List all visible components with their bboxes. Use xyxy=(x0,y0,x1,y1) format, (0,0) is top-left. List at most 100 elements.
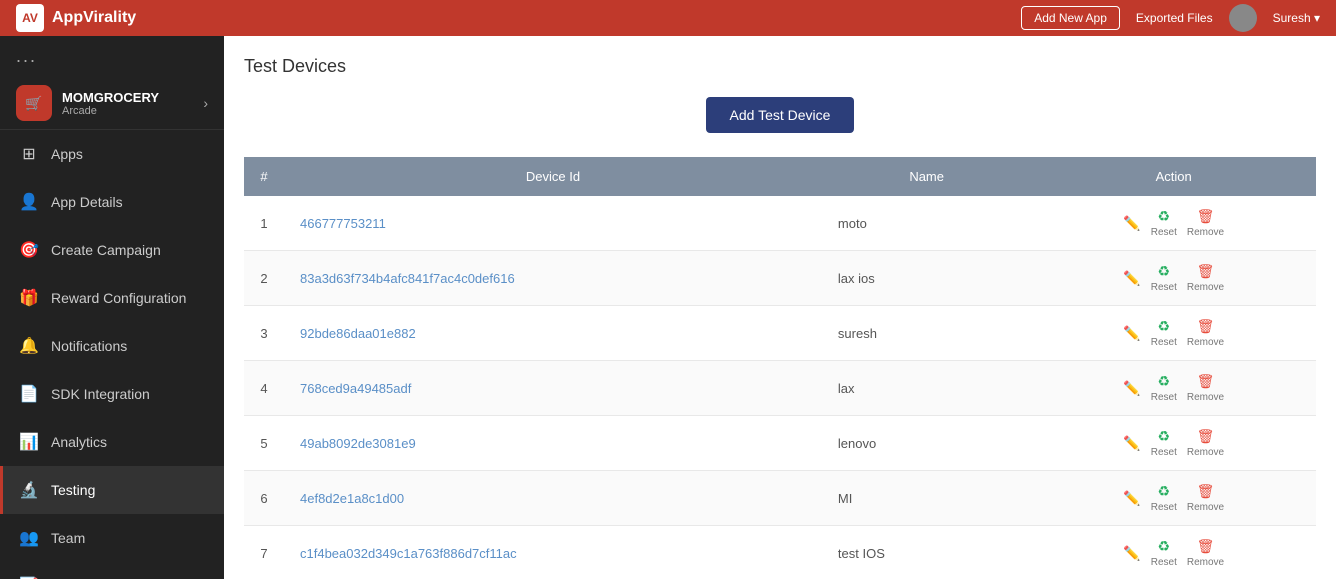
edit-icon[interactable]: ✏️ xyxy=(1123,380,1140,397)
row-action: ✏️ ♻ Reset 🗑 Remove xyxy=(1031,526,1316,579)
avatar[interactable] xyxy=(1229,4,1257,32)
edit-icon[interactable]: ✏️ xyxy=(1123,325,1140,342)
row-name: MI xyxy=(822,471,1031,526)
sidebar-item-team[interactable]: 👥 Team xyxy=(0,514,224,562)
sidebar-item-testing-label: Testing xyxy=(51,482,95,498)
app-icon: 🛒 xyxy=(16,85,52,121)
logo-text: AppVirality xyxy=(52,9,136,27)
edit-icon[interactable]: ✏️ xyxy=(1123,435,1140,452)
logo: AV AppVirality xyxy=(16,4,136,32)
remove-icon: 🗑 xyxy=(1197,538,1215,555)
sidebar-app-info[interactable]: 🛒 MOMGROCERY Arcade › xyxy=(0,77,224,130)
sidebar-item-testing[interactable]: 🔬 Testing xyxy=(0,466,224,514)
edit-icon[interactable]: ✏️ xyxy=(1123,490,1140,507)
remove-action[interactable]: 🗑 Remove xyxy=(1187,373,1224,403)
row-num: 7 xyxy=(244,526,284,579)
row-action: ✏️ ♻ Reset 🗑 Remove xyxy=(1031,251,1316,306)
edit-icon[interactable]: ✏️ xyxy=(1123,545,1140,562)
sidebar-item-sdk-label: SDK Integration xyxy=(51,386,150,402)
reset-icon: ♻ xyxy=(1158,483,1171,500)
device-id-link[interactable]: 49ab8092de3081e9 xyxy=(300,436,416,451)
sdk-icon: 📄 xyxy=(19,384,39,404)
reset-label: Reset xyxy=(1151,227,1177,238)
remove-label: Remove xyxy=(1187,502,1224,513)
logo-icon: AV xyxy=(16,4,44,32)
sidebar-item-reward-configuration[interactable]: 🎁 Reward Configuration xyxy=(0,274,224,322)
sidebar-item-analytics[interactable]: 📊 Analytics xyxy=(0,418,224,466)
row-name: lax ios xyxy=(822,251,1031,306)
reset-label: Reset xyxy=(1151,447,1177,458)
user-name[interactable]: Suresh ▾ xyxy=(1273,11,1320,25)
main-content: Test Devices Add Test Device # Device Id… xyxy=(224,36,1336,579)
remove-action[interactable]: 🗑 Remove xyxy=(1187,538,1224,568)
remove-label: Remove xyxy=(1187,227,1224,238)
row-num: 5 xyxy=(244,416,284,471)
remove-label: Remove xyxy=(1187,557,1224,568)
edit-icon[interactable]: ✏️ xyxy=(1123,215,1140,232)
reset-label: Reset xyxy=(1151,557,1177,568)
sidebar-item-logs[interactable]: 📝 Logs xyxy=(0,562,224,579)
col-action: Action xyxy=(1031,157,1316,196)
reset-icon: ♻ xyxy=(1158,208,1171,225)
reset-action[interactable]: ♻ Reset xyxy=(1151,373,1177,403)
device-id-link[interactable]: 768ced9a49485adf xyxy=(300,381,411,396)
action-cell: ✏️ ♻ Reset 🗑 Remove xyxy=(1047,318,1300,348)
row-name: suresh xyxy=(822,306,1031,361)
exported-files-link[interactable]: Exported Files xyxy=(1136,11,1213,25)
chevron-right-icon: › xyxy=(203,95,208,111)
reset-action[interactable]: ♻ Reset xyxy=(1151,538,1177,568)
remove-icon: 🗑 xyxy=(1197,428,1215,445)
device-id-link[interactable]: 83a3d63f734b4afc841f7ac4c0def616 xyxy=(300,271,515,286)
notifications-icon: 🔔 xyxy=(19,336,39,356)
action-cell: ✏️ ♻ Reset 🗑 Remove xyxy=(1047,483,1300,513)
app-details-icon: 👤 xyxy=(19,192,39,212)
reset-action[interactable]: ♻ Reset xyxy=(1151,263,1177,293)
header: AV AppVirality Add New App Exported File… xyxy=(0,0,1336,36)
device-id-link[interactable]: 4ef8d2e1a8c1d00 xyxy=(300,491,404,506)
reset-label: Reset xyxy=(1151,337,1177,348)
action-cell: ✏️ ♻ Reset 🗑 Remove xyxy=(1047,208,1300,238)
sidebar-item-notifications[interactable]: 🔔 Notifications xyxy=(0,322,224,370)
remove-action[interactable]: 🗑 Remove xyxy=(1187,208,1224,238)
action-cell: ✏️ ♻ Reset 🗑 Remove xyxy=(1047,373,1300,403)
sidebar-item-app-details[interactable]: 👤 App Details xyxy=(0,178,224,226)
reset-label: Reset xyxy=(1151,502,1177,513)
row-device-id: 83a3d63f734b4afc841f7ac4c0def616 xyxy=(284,251,822,306)
remove-icon: 🗑 xyxy=(1197,318,1215,335)
sidebar-item-apps[interactable]: ⊞ Apps xyxy=(0,130,224,178)
row-action: ✏️ ♻ Reset 🗑 Remove xyxy=(1031,306,1316,361)
sidebar-item-create-campaign[interactable]: 🎯 Create Campaign xyxy=(0,226,224,274)
col-device-id: Device Id xyxy=(284,157,822,196)
remove-action[interactable]: 🗑 Remove xyxy=(1187,318,1224,348)
reset-action[interactable]: ♻ Reset xyxy=(1151,428,1177,458)
device-id-link[interactable]: 92bde86daa01e882 xyxy=(300,326,416,341)
add-new-app-button[interactable]: Add New App xyxy=(1021,6,1120,30)
table-row: 6 4ef8d2e1a8c1d00 MI ✏️ ♻ Reset 🗑 Remove xyxy=(244,471,1316,526)
reset-action[interactable]: ♻ Reset xyxy=(1151,318,1177,348)
remove-action[interactable]: 🗑 Remove xyxy=(1187,263,1224,293)
testing-icon: 🔬 xyxy=(19,480,39,500)
row-num: 1 xyxy=(244,196,284,251)
sidebar-item-app-details-label: App Details xyxy=(51,194,123,210)
reset-label: Reset xyxy=(1151,392,1177,403)
remove-action[interactable]: 🗑 Remove xyxy=(1187,428,1224,458)
apps-icon: ⊞ xyxy=(19,144,39,164)
header-right: Add New App Exported Files Suresh ▾ xyxy=(1021,4,1320,32)
page-title: Test Devices xyxy=(244,56,1316,77)
sidebar-item-reward-label: Reward Configuration xyxy=(51,290,186,306)
sidebar-dots: ... xyxy=(0,36,224,77)
edit-icon[interactable]: ✏️ xyxy=(1123,270,1140,287)
reset-action[interactable]: ♻ Reset xyxy=(1151,208,1177,238)
add-test-device-button[interactable]: Add Test Device xyxy=(706,97,855,133)
reset-action[interactable]: ♻ Reset xyxy=(1151,483,1177,513)
sidebar-item-sdk-integration[interactable]: 📄 SDK Integration xyxy=(0,370,224,418)
add-device-btn-wrap: Add Test Device xyxy=(244,97,1316,133)
table-row: 2 83a3d63f734b4afc841f7ac4c0def616 lax i… xyxy=(244,251,1316,306)
sidebar-item-analytics-label: Analytics xyxy=(51,434,107,450)
device-id-link[interactable]: 466777753211 xyxy=(300,216,386,231)
reset-icon: ♻ xyxy=(1158,428,1171,445)
row-num: 3 xyxy=(244,306,284,361)
col-num: # xyxy=(244,157,284,196)
remove-action[interactable]: 🗑 Remove xyxy=(1187,483,1224,513)
device-id-link[interactable]: c1f4bea032d349c1a763f886d7cf11ac xyxy=(300,546,517,561)
